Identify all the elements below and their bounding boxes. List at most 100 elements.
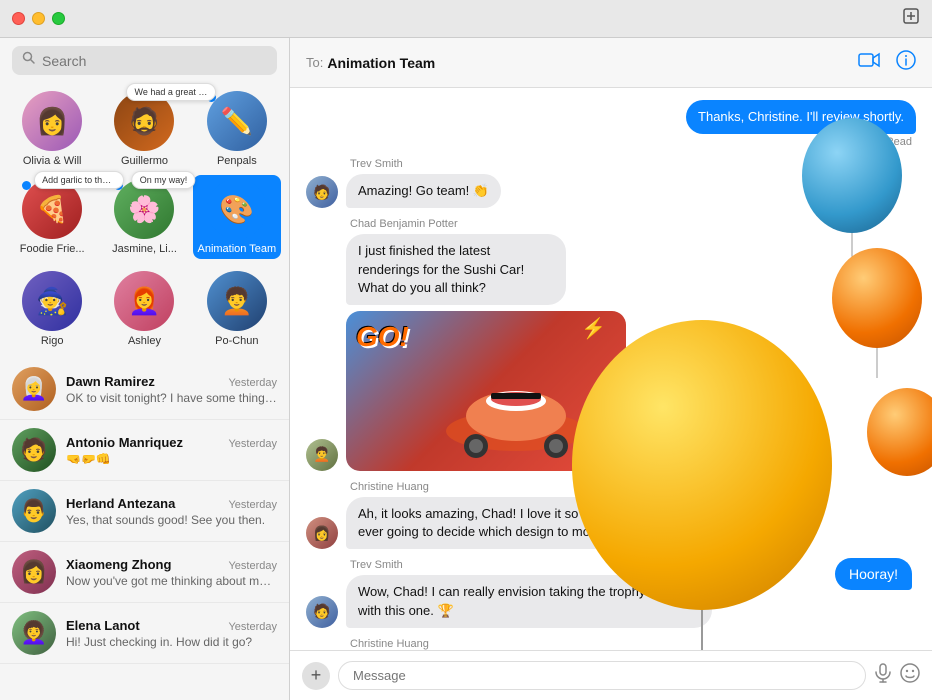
avatar-elena: 👩‍🦱 xyxy=(12,611,56,655)
conv-header-elena: Elena Lanot Yesterday xyxy=(66,618,277,633)
conv-content-elena: Elena Lanot Yesterday Hi! Just checking … xyxy=(66,618,277,649)
conv-header-antonio: Antonio Manriquez Yesterday xyxy=(66,435,277,450)
conv-content-dawn: Dawn Ramirez Yesterday OK to visit tonig… xyxy=(66,374,277,405)
message-row-chad-1: Chad Benjamin Potter 🧑‍🦱 I just finished… xyxy=(306,218,916,471)
message-row-trev-1: Trev Smith 🧑 Amazing! Go team! 👏 xyxy=(306,158,916,208)
pinned-item-foodie[interactable]: Add garlic to the butter, and then... 🍕 … xyxy=(8,175,96,259)
avatar-wrap-guillermo: We had a great time. Home with... 🧔 xyxy=(114,91,174,151)
avatar-msg-trev-2: 🧑 xyxy=(306,596,338,628)
list-item[interactable]: 👩‍🦱 Elena Lanot Yesterday Hi! Just check… xyxy=(0,603,289,664)
sender-name-christine-1: Christine Huang xyxy=(350,481,916,493)
bubble-trev-1: Amazing! Go team! 👏 xyxy=(346,174,501,208)
sidebar: 👩 Olivia & Will We had a great time. Hom… xyxy=(0,38,290,700)
image-attachment-chad: GO! ⚡ xyxy=(346,311,626,471)
conv-header-herland: Herland Antezana Yesterday xyxy=(66,496,277,511)
chat-panel: To: Animation Team xyxy=(290,38,932,700)
chat-header-icons xyxy=(858,50,916,75)
pinned-item-olivia-will[interactable]: 👩 Olivia & Will xyxy=(8,87,96,171)
avatar-penpals: ✏️ xyxy=(207,91,267,151)
list-item[interactable]: 👩‍🦳 Dawn Ramirez Yesterday OK to visit t… xyxy=(0,359,289,420)
message-inner: Thanks, Christine. I'll review shortly. xyxy=(306,100,916,134)
avatar-msg-trev: 🧑 xyxy=(306,176,338,208)
message-row-christine-2: Christine Huang 👩 Do you want to review … xyxy=(306,638,916,650)
chat-to-label: To: xyxy=(306,55,323,70)
chat-recipient-name: Animation Team xyxy=(327,55,858,71)
conv-header-dawn: Dawn Ramirez Yesterday xyxy=(66,374,277,389)
message-row-trev-2: Trev Smith 🧑 Wow, Chad! I can really env… xyxy=(306,559,916,627)
pinned-name-ashley: Ashley xyxy=(128,335,161,347)
zap-sticker: ⚡ xyxy=(581,316,606,341)
conversation-list: 👩‍🦳 Dawn Ramirez Yesterday OK to visit t… xyxy=(0,359,289,700)
conv-name-xiaomeng: Xiaomeng Zhong xyxy=(66,557,171,572)
pinned-item-animation-team[interactable]: 🎨 Animation Team xyxy=(193,175,281,259)
list-item[interactable]: 👩 Xiaomeng Zhong Yesterday Now you've go… xyxy=(0,542,289,603)
read-label: Read xyxy=(306,136,912,148)
search-input[interactable] xyxy=(42,53,267,69)
message-inner-christine-1: 👩 Ah, it looks amazing, Chad! I love it … xyxy=(306,497,916,549)
compose-button[interactable] xyxy=(902,7,920,30)
maximize-button[interactable] xyxy=(52,12,65,25)
message-input[interactable] xyxy=(338,661,866,690)
search-icon xyxy=(22,51,36,70)
plus-icon: + xyxy=(311,665,322,686)
pinned-item-pochun[interactable]: 🧑‍🦱 Po-Chun xyxy=(193,267,281,351)
search-bar xyxy=(0,38,289,83)
conv-time-herland: Yesterday xyxy=(228,499,277,511)
list-item[interactable]: 👨 Herland Antezana Yesterday Yes, that s… xyxy=(0,481,289,542)
conv-name-antonio: Antonio Manriquez xyxy=(66,435,183,450)
voice-memo-icon[interactable] xyxy=(874,663,892,688)
conv-preview-xiaomeng: Now you've got me thinking about my next… xyxy=(66,574,277,588)
pinned-item-ashley[interactable]: 👩‍🦰 Ashley xyxy=(100,267,188,351)
add-attachment-button[interactable]: + xyxy=(302,662,330,690)
message-row-christine-1: Christine Huang 👩 Ah, it looks amazing, … xyxy=(306,481,916,549)
traffic-lights xyxy=(12,12,65,25)
avatar-msg-christine-1: 👩 xyxy=(306,517,338,549)
conv-preview-dawn: OK to visit tonight? I have some things … xyxy=(66,391,277,405)
messages-area: Thanks, Christine. I'll review shortly. … xyxy=(290,88,932,650)
chat-header: To: Animation Team xyxy=(290,38,932,88)
app-body: 👩 Olivia & Will We had a great time. Hom… xyxy=(0,38,932,700)
bubble-foodie: Add garlic to the butter, and then... xyxy=(34,171,124,189)
message-input-bar: + xyxy=(290,650,932,700)
conv-name-dawn: Dawn Ramirez xyxy=(66,374,155,389)
list-item[interactable]: 🧑 Antonio Manriquez Yesterday 🤜🤛👊 xyxy=(0,420,289,481)
avatar-animation: 🎨 xyxy=(207,179,267,239)
pinned-contacts-row2: 🧙 Rigo 👩‍🦰 Ashley 🧑‍🦱 Po-Chun xyxy=(0,267,289,359)
pinned-name-foodie: Foodie Frie... xyxy=(20,243,85,255)
bubble-jasmine: On my way! xyxy=(132,171,196,189)
close-button[interactable] xyxy=(12,12,25,25)
conv-time-antonio: Yesterday xyxy=(228,438,277,450)
message-inner-chad-1: 🧑‍🦱 I just finished the latest rendering… xyxy=(306,234,916,471)
pinned-contacts-row1: 👩 Olivia & Will We had a great time. Hom… xyxy=(0,83,289,267)
sender-name-christine-2: Christine Huang xyxy=(350,638,916,650)
avatar-olivia: 👩 xyxy=(22,91,82,151)
avatar-wrap-animation: 🎨 xyxy=(207,179,267,239)
conv-preview-antonio: 🤜🤛👊 xyxy=(66,452,277,466)
video-call-icon[interactable] xyxy=(858,52,880,73)
go-sticker: GO! xyxy=(356,321,409,353)
minimize-button[interactable] xyxy=(32,12,45,25)
pinned-item-rigo[interactable]: 🧙 Rigo xyxy=(8,267,96,351)
title-bar xyxy=(0,0,932,38)
emoji-button[interactable] xyxy=(900,663,920,689)
bubble-christine-1: Ah, it looks amazing, Chad! I love it so… xyxy=(346,497,712,549)
pinned-name-penpals: Penpals xyxy=(217,155,257,167)
conv-name-herland: Herland Antezana xyxy=(66,496,175,511)
avatar-antonio: 🧑 xyxy=(12,428,56,472)
conv-time-dawn: Yesterday xyxy=(228,377,277,389)
pinned-name-jasmine: Jasmine, Li... xyxy=(112,243,177,255)
avatar-dawn: 👩‍🦳 xyxy=(12,367,56,411)
bubble-trev-2: Wow, Chad! I can really envision taking … xyxy=(346,575,712,627)
conv-time-xiaomeng: Yesterday xyxy=(228,560,277,572)
message-inner-trev-1: 🧑 Amazing! Go team! 👏 xyxy=(306,174,916,208)
bubble-outgoing-1: Thanks, Christine. I'll review shortly. xyxy=(686,100,916,134)
pinned-name-rigo: Rigo xyxy=(41,335,64,347)
conv-content-antonio: Antonio Manriquez Yesterday 🤜🤛👊 xyxy=(66,435,277,466)
info-icon[interactable] xyxy=(896,50,916,75)
pinned-name-olivia: Olivia & Will xyxy=(23,155,82,167)
pinned-item-guillermo[interactable]: We had a great time. Home with... 🧔 Guil… xyxy=(100,87,188,171)
search-bar-inner[interactable] xyxy=(12,46,277,75)
conv-content-herland: Herland Antezana Yesterday Yes, that sou… xyxy=(66,496,277,527)
message-row-outgoing-1: Thanks, Christine. I'll review shortly. … xyxy=(306,100,916,148)
pinned-name-pochun: Po-Chun xyxy=(215,335,258,347)
